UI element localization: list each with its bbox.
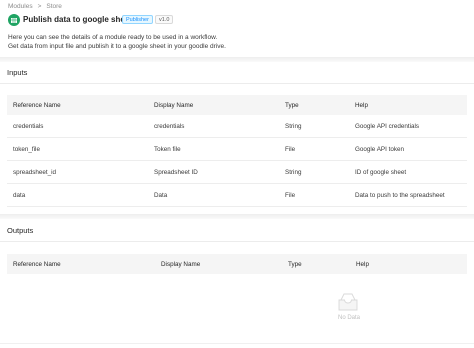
display-name-cell: Data — [154, 192, 168, 199]
version-badge: v1.0 — [155, 15, 174, 24]
bottom-divider — [0, 343, 474, 344]
reference-name-cell: data — [13, 192, 26, 199]
table-header-row: Reference Name Display Name Type Help — [7, 95, 467, 115]
column-header-help: Help — [356, 260, 369, 268]
type-cell: String — [285, 169, 302, 176]
help-cell: Google API token — [355, 146, 405, 153]
empty-state-text: No Data — [338, 315, 361, 321]
section-rule — [0, 83, 474, 84]
breadcrumb-store[interactable]: Store — [46, 3, 62, 10]
table-row: credentials credentials String Google AP… — [7, 116, 467, 138]
inputs-table: Reference Name Display Name Type Help cr… — [7, 95, 467, 207]
type-cell: String — [285, 123, 302, 130]
page-title: Publish data to google sheet. — [23, 15, 135, 24]
description-line-1: Here you can see the details of a module… — [8, 34, 218, 41]
column-header-type: Type — [288, 260, 302, 268]
display-name-cell: credentials — [154, 123, 185, 130]
display-name-cell: Spreadsheet ID — [154, 169, 198, 176]
type-cell: File — [285, 146, 296, 153]
reference-name-cell: spreadsheet_id — [13, 169, 57, 176]
google-sheets-icon — [8, 14, 20, 26]
inputs-section-title: Inputs — [7, 68, 28, 77]
column-header-reference-name: Reference Name — [13, 260, 61, 268]
help-cell: Google API credentials — [355, 123, 420, 130]
description-line-2: Get data from input file and publish it … — [8, 43, 226, 50]
table-row: data Data File Data to push to the sprea… — [7, 185, 467, 207]
section-rule — [0, 241, 474, 242]
section-divider — [0, 214, 474, 219]
table-header-row: Reference Name Display Name Type Help — [7, 254, 467, 274]
breadcrumb-separator: > — [37, 3, 42, 10]
publisher-badge: Publisher — [122, 15, 153, 24]
column-header-help: Help — [355, 101, 368, 109]
reference-name-cell: token_file — [13, 146, 40, 153]
section-divider — [0, 57, 474, 62]
module-description: Here you can see the details of a module… — [8, 33, 226, 51]
table-row: spreadsheet_id Spreadsheet ID String ID … — [7, 162, 467, 184]
help-cell: Data to push to the spreadsheet — [355, 192, 445, 199]
display-name-cell: Token file — [154, 146, 181, 153]
outputs-section-title: Outputs — [7, 226, 34, 235]
table-row: token_file Token file File Google API to… — [7, 139, 467, 161]
column-header-display-name: Display Name — [154, 101, 194, 109]
module-detail-page: Modules > Store Publish data to google s… — [0, 0, 474, 348]
breadcrumb-modules[interactable]: Modules — [8, 3, 33, 10]
type-cell: File — [285, 192, 296, 199]
help-cell: ID of google sheet — [355, 169, 407, 176]
column-header-display-name: Display Name — [161, 260, 201, 268]
column-header-reference-name: Reference Name — [13, 101, 61, 109]
breadcrumb: Modules > Store — [8, 2, 62, 11]
column-header-type: Type — [285, 101, 299, 109]
outputs-table: Reference Name Display Name Type Help — [7, 254, 467, 274]
empty-inbox-icon — [337, 292, 359, 317]
reference-name-cell: credentials — [13, 123, 44, 130]
